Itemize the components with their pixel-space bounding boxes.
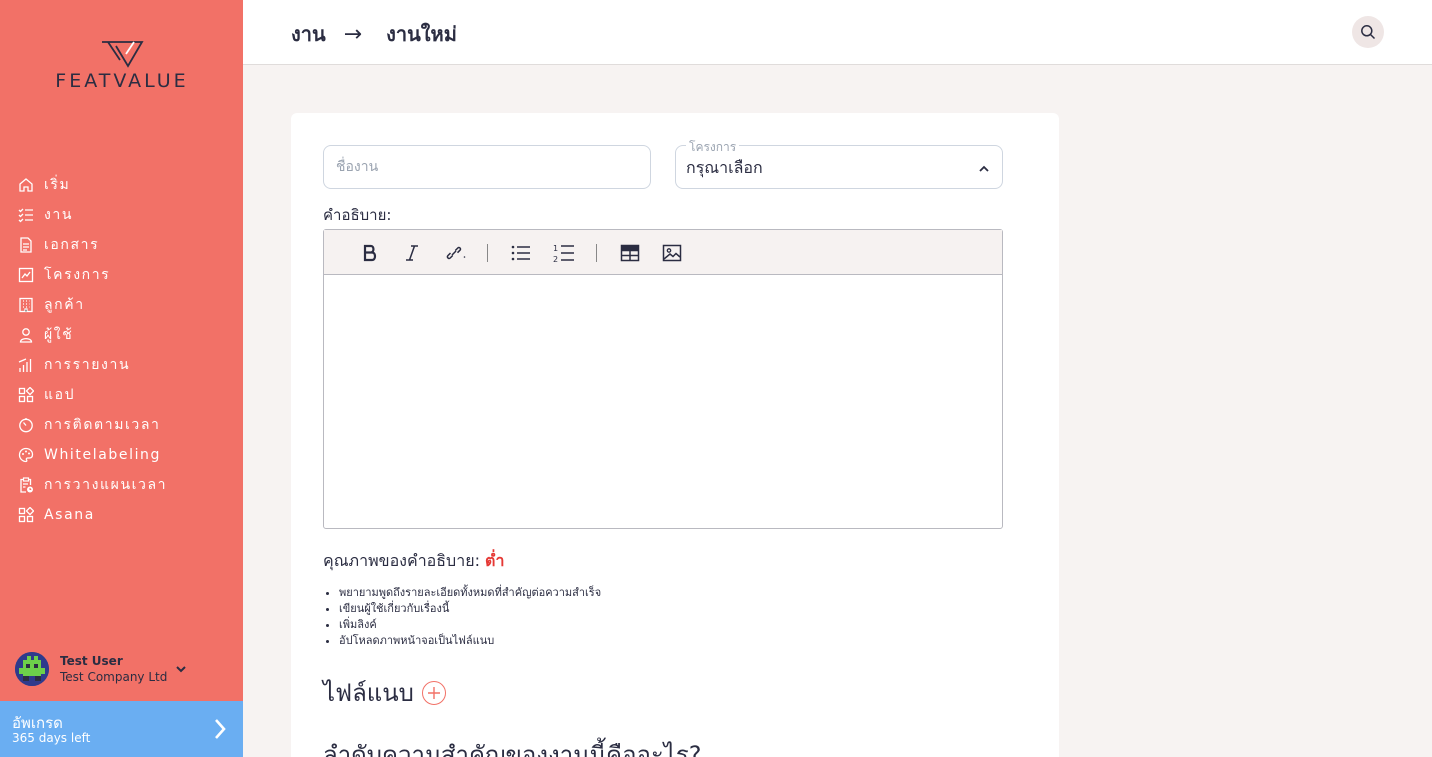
- timer-icon: [16, 415, 36, 435]
- sidebar-item-tasks[interactable]: งาน: [16, 200, 236, 230]
- apps-icon: [16, 505, 36, 525]
- sidebar-item-time-planning[interactable]: การวางแผนเวลา: [16, 470, 236, 500]
- image-icon[interactable]: [660, 241, 684, 265]
- palette-icon: [16, 445, 36, 465]
- sidebar-item-label: โครงการ: [44, 267, 111, 283]
- sidebar-item-reporting[interactable]: การรายงาน: [16, 350, 236, 380]
- list-item: เพิ่มลิงค์: [339, 617, 601, 633]
- sidebar-item-documents[interactable]: เอกสาร: [16, 230, 236, 260]
- sidebar-item-label: ลูกค้า: [44, 297, 85, 313]
- logo-icon: [102, 41, 144, 68]
- description-quality: คุณภาพของคำอธิบาย: ต่ำ: [323, 549, 504, 574]
- chart-icon: [16, 265, 36, 285]
- avatar: [15, 652, 49, 686]
- upgrade-days-left: 365 days left: [12, 731, 91, 745]
- toolbar-divider: [487, 244, 488, 262]
- sidebar-item-asana[interactable]: Asana: [16, 500, 236, 530]
- sidebar-item-label: แอป: [44, 387, 76, 403]
- bullet-list-icon[interactable]: [509, 241, 533, 265]
- sidebar-item-time-tracking[interactable]: การติดตามเวลา: [16, 410, 236, 440]
- table-icon[interactable]: [618, 241, 642, 265]
- list-item: เขียนผู้ใช้เกี่ยวกับเรื่องนี้: [339, 601, 601, 617]
- bar-chart-icon: [16, 355, 36, 375]
- link-icon[interactable]: [443, 241, 467, 265]
- search-icon: [1361, 25, 1376, 40]
- sidebar-item-label: การติดตามเวลา: [44, 417, 161, 433]
- tasks-icon: [16, 205, 36, 225]
- sidebar-item-apps[interactable]: แอป: [16, 380, 236, 410]
- task-name-input[interactable]: [323, 145, 651, 189]
- upgrade-banner[interactable]: อัพเกรด 365 days left: [0, 701, 243, 757]
- sidebar-item-label: การรายงาน: [44, 357, 131, 373]
- sidebar-item-label: Asana: [44, 507, 95, 523]
- list-item: พยายามพูดถึงรายละเอียดทั้งหมดที่สำคัญต่อ…: [339, 585, 601, 601]
- logo[interactable]: FEATVALUE: [36, 40, 208, 92]
- list-item: อัปโหลดภาพหน้าจอเป็นไฟล์แนบ: [339, 633, 601, 649]
- chevron-right-icon: [213, 718, 227, 744]
- chevron-up-icon: [978, 160, 990, 179]
- document-icon: [16, 235, 36, 255]
- quality-value: ต่ำ: [485, 551, 505, 570]
- italic-icon[interactable]: [400, 241, 424, 265]
- sidebar-item-label: งาน: [44, 207, 74, 223]
- page-title: งานใหม่: [386, 22, 457, 46]
- sidebar-item-users[interactable]: ผู้ใช้: [16, 320, 236, 350]
- user-icon: [16, 325, 36, 345]
- top-header: งาน → งานใหม่: [243, 0, 1432, 65]
- toolbar-divider: [596, 244, 597, 262]
- clipboard-clock-icon: [16, 475, 36, 495]
- attachments-section: ไฟล์แนบ: [323, 673, 446, 712]
- sidebar-item-label: ผู้ใช้: [44, 327, 74, 343]
- description-editor: 12: [323, 229, 1003, 529]
- search-button[interactable]: [1352, 16, 1384, 48]
- sidebar: FEATVALUE เริ่ม งาน เอกสาร โครงการ ลูกค้…: [0, 0, 243, 757]
- attachments-title: ไฟล์แนบ: [323, 679, 414, 707]
- svg-text:1: 1: [553, 244, 558, 253]
- project-select-value: กรุณาเลือก: [686, 158, 763, 177]
- editor-content[interactable]: [324, 275, 1002, 528]
- logo-text: FEATVALUE: [55, 70, 189, 92]
- quality-label: คุณภาพของคำอธิบาย:: [323, 551, 480, 570]
- user-company: Test Company Ltd: [60, 669, 168, 684]
- plus-icon: [427, 686, 440, 699]
- sidebar-item-clients[interactable]: ลูกค้า: [16, 290, 236, 320]
- bold-icon[interactable]: [358, 241, 382, 265]
- sidebar-item-label: เริ่ม: [44, 177, 71, 193]
- project-select[interactable]: โครงการ กรุณาเลือก: [675, 138, 1003, 189]
- add-attachment-button[interactable]: [421, 680, 446, 705]
- breadcrumb-parent[interactable]: งาน: [291, 18, 326, 50]
- user-menu[interactable]: Test User Test Company Ltd: [15, 651, 235, 687]
- editor-toolbar: 12: [324, 230, 1002, 275]
- home-icon: [16, 175, 36, 195]
- svg-text:2: 2: [553, 255, 558, 263]
- breadcrumb: งาน → งานใหม่: [291, 18, 457, 50]
- sidebar-item-home[interactable]: เริ่ม: [16, 170, 236, 200]
- numbered-list-icon[interactable]: 12: [552, 241, 576, 265]
- chevron-down-icon[interactable]: [175, 660, 187, 679]
- sidebar-item-projects[interactable]: โครงการ: [16, 260, 236, 290]
- user-name: Test User: [60, 653, 123, 668]
- sidebar-nav: เริ่ม งาน เอกสาร โครงการ ลูกค้า ผู้ใช้ ก…: [16, 170, 236, 530]
- description-label: คำอธิบาย:: [323, 206, 392, 224]
- sidebar-item-whitelabeling[interactable]: Whitelabeling: [16, 440, 236, 470]
- sidebar-item-label: การวางแผนเวลา: [44, 477, 168, 493]
- description-tips: พยายามพูดถึงรายละเอียดทั้งหมดที่สำคัญต่อ…: [339, 585, 601, 649]
- project-select-label: โครงการ: [686, 138, 740, 157]
- priority-question: ลำดับความสำคัญของงานนี้คืออะไร?: [323, 741, 702, 757]
- sidebar-item-label: เอกสาร: [44, 237, 100, 253]
- apps-icon: [16, 385, 36, 405]
- sidebar-item-label: Whitelabeling: [44, 447, 162, 463]
- new-task-form: โครงการ กรุณาเลือก คำอธิบาย: 12: [291, 113, 1059, 757]
- building-icon: [16, 295, 36, 315]
- breadcrumb-arrow: →: [343, 21, 363, 47]
